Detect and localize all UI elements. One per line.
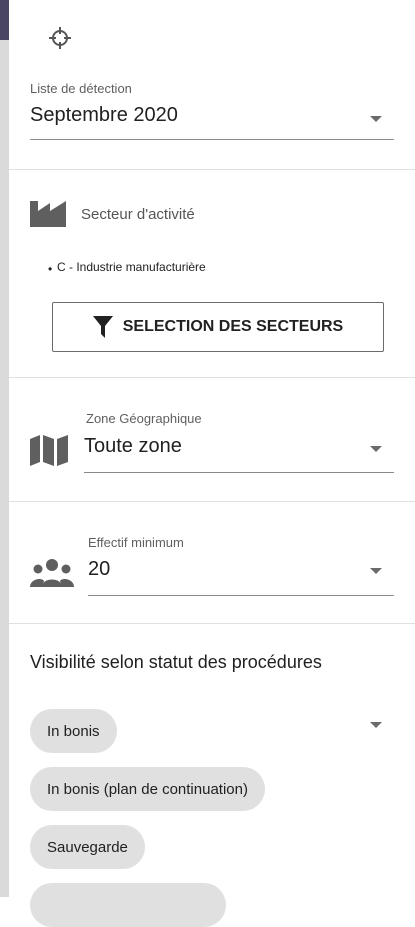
chevron-down-icon[interactable] bbox=[370, 568, 382, 574]
select-sectors-label: SELECTION DES SECTEURS bbox=[122, 318, 344, 335]
status-chip[interactable]: In bonis (plan de continuation) bbox=[30, 767, 265, 811]
users-icon bbox=[30, 559, 74, 587]
zone-value: Toute zone bbox=[84, 435, 182, 457]
detection-underline bbox=[30, 139, 394, 140]
status-chip[interactable] bbox=[30, 883, 226, 927]
zone-underline bbox=[84, 472, 394, 473]
zone-label: Zone Géographique bbox=[86, 411, 202, 426]
left-strip bbox=[0, 0, 9, 897]
effectif-underline bbox=[88, 595, 394, 596]
chevron-down-icon[interactable] bbox=[370, 446, 382, 452]
status-chip[interactable]: In bonis bbox=[30, 709, 117, 753]
app-bar-edge bbox=[0, 0, 9, 40]
effectif-value: 20 bbox=[88, 558, 111, 580]
select-sectors-button[interactable]: SELECTION DES SECTEURS bbox=[52, 302, 384, 352]
map-icon bbox=[30, 435, 68, 466]
divider bbox=[9, 501, 415, 502]
sector-title: Secteur d'activité bbox=[81, 206, 195, 223]
chevron-down-icon[interactable] bbox=[370, 722, 382, 728]
detection-label: Liste de détection bbox=[30, 81, 132, 96]
bullet: • bbox=[48, 262, 53, 276]
filter-panel bbox=[9, 0, 415, 897]
divider bbox=[9, 377, 415, 378]
factory-icon bbox=[30, 201, 66, 227]
visibility-title: Visibilité selon statut des procédures bbox=[30, 652, 322, 672]
sector-item: C - Industrie manufacturière bbox=[57, 260, 206, 274]
divider bbox=[9, 623, 415, 624]
status-chip[interactable]: Sauvegarde bbox=[30, 825, 145, 869]
detection-value: Septembre 2020 bbox=[30, 104, 178, 126]
effectif-label: Effectif minimum bbox=[88, 535, 184, 550]
chevron-down-icon[interactable] bbox=[370, 116, 382, 122]
divider bbox=[9, 169, 415, 170]
filter-icon bbox=[92, 316, 113, 338]
crosshair-icon[interactable] bbox=[48, 26, 72, 50]
